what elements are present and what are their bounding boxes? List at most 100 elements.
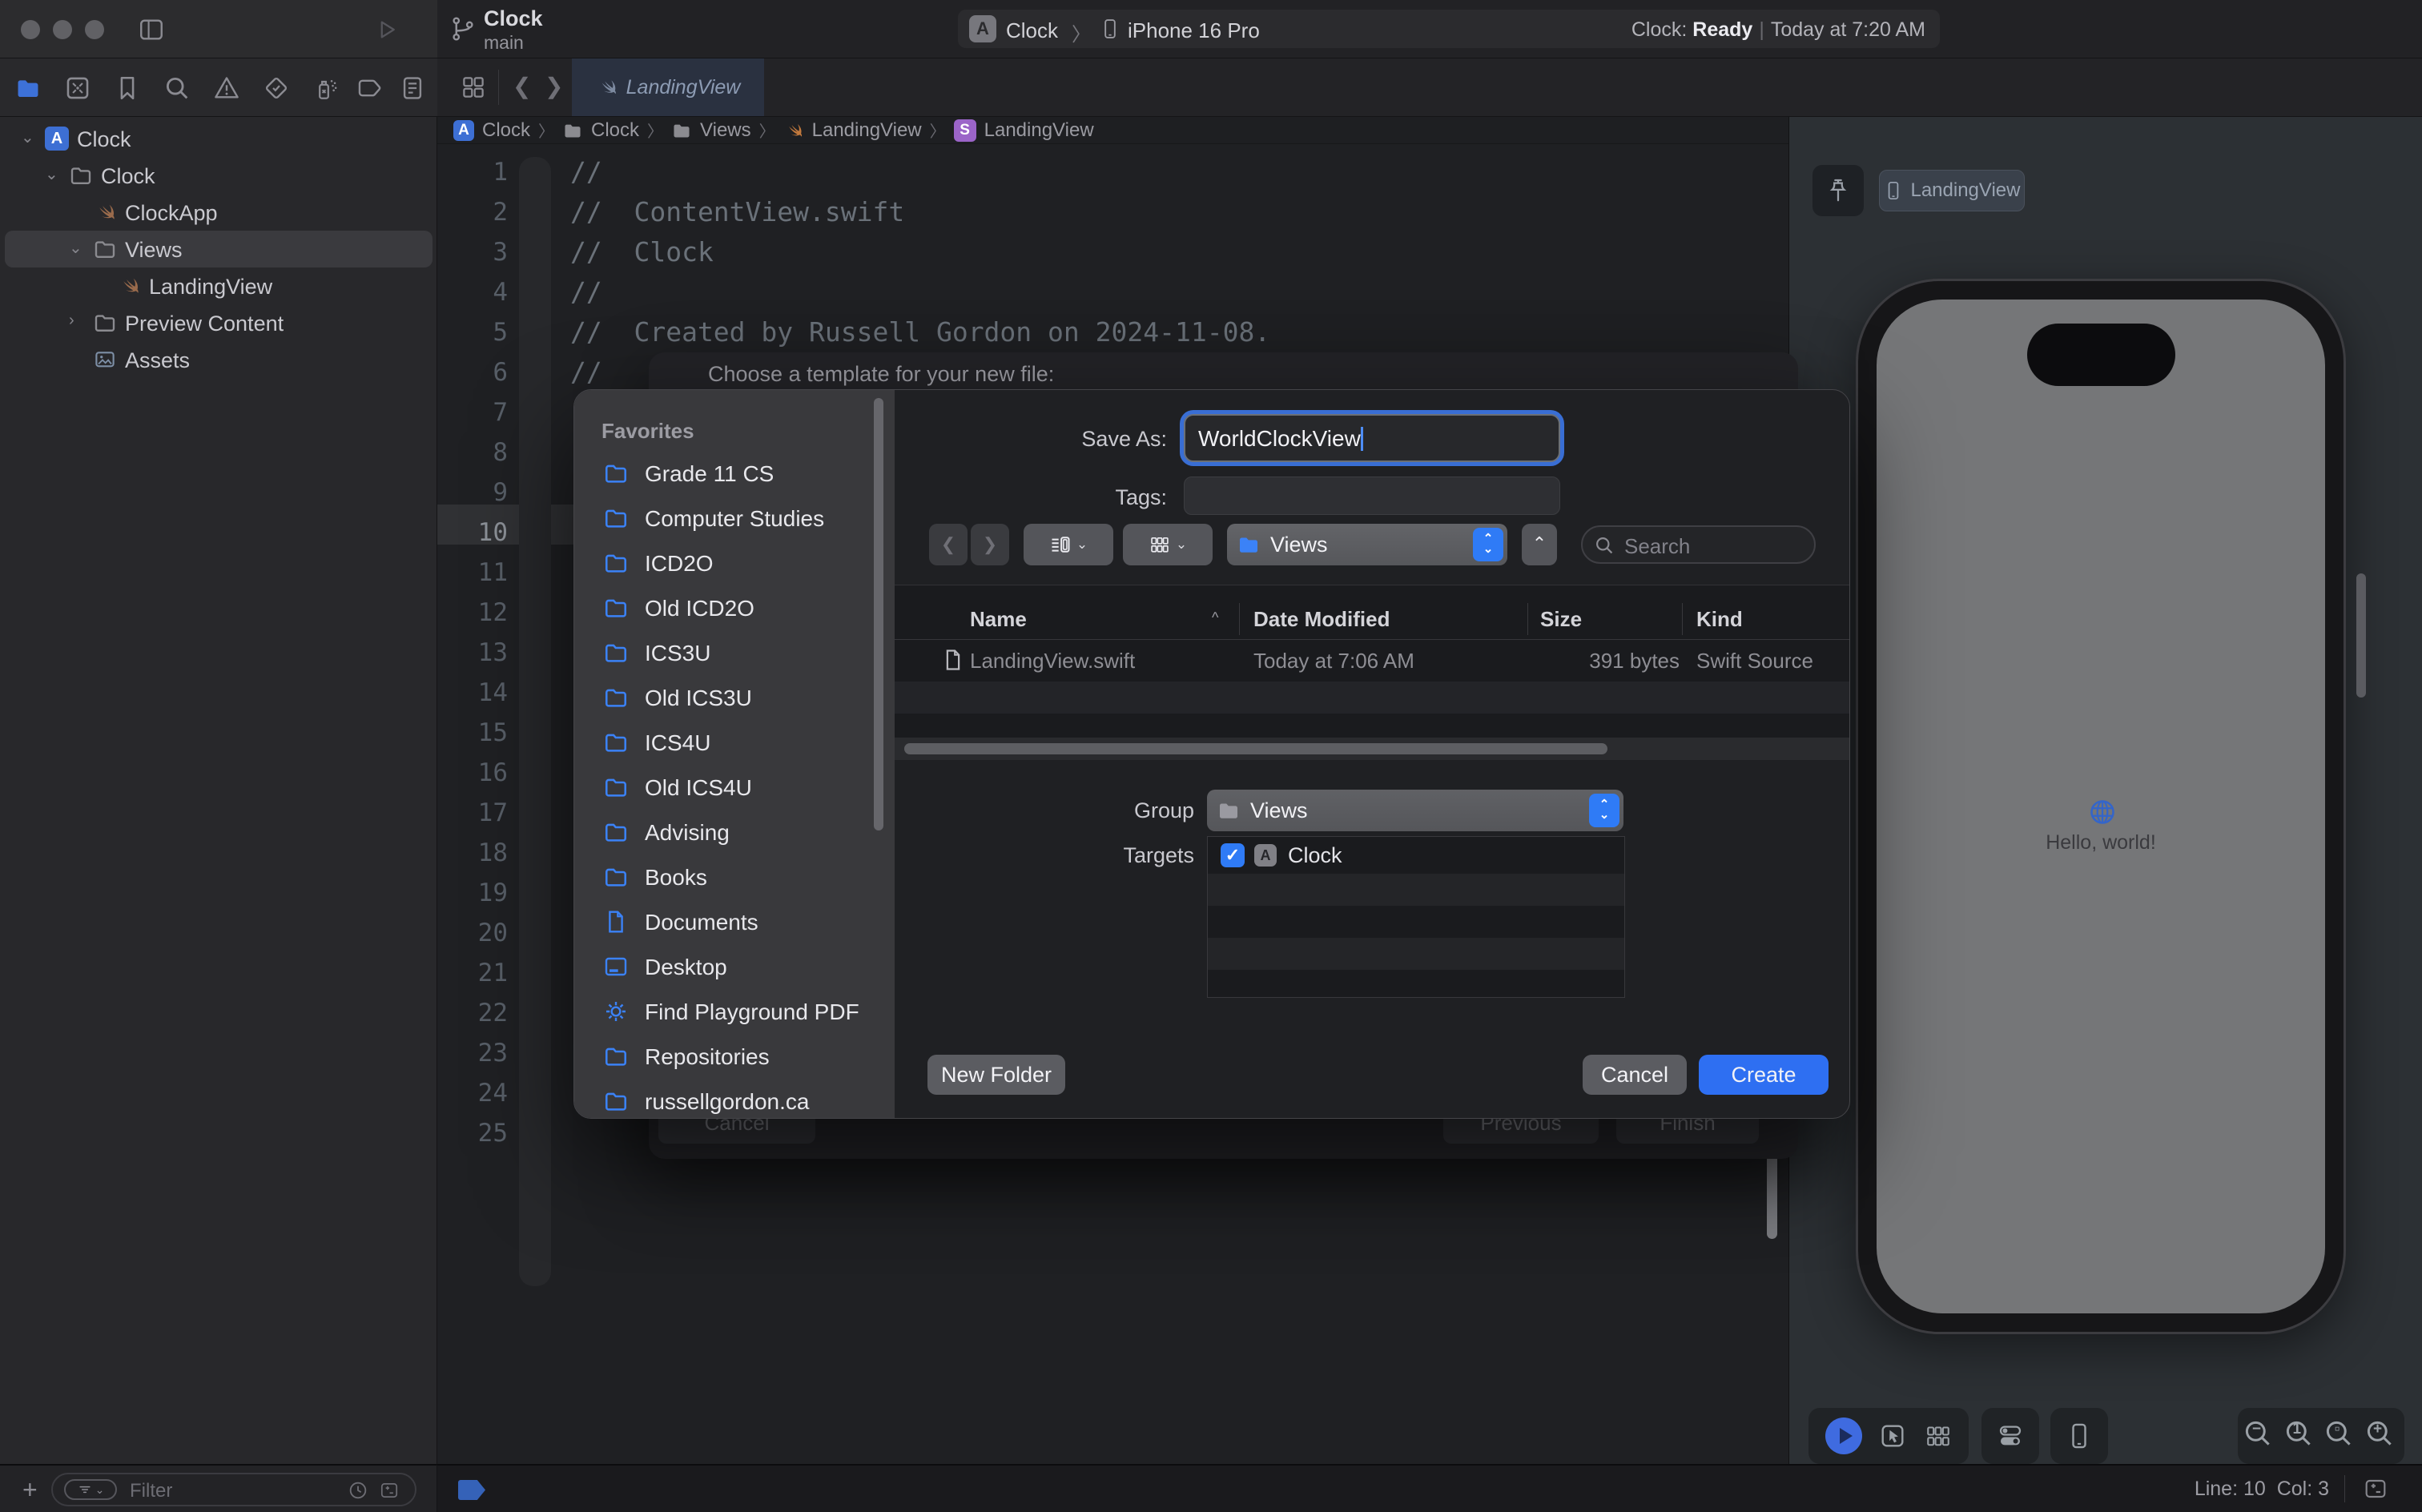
filename-input[interactable]: WorldClockView	[1184, 414, 1560, 462]
breadcrumb-item[interactable]: LandingView	[984, 119, 1094, 142]
source-control-filter-icon[interactable]	[378, 1480, 400, 1501]
filter-icon[interactable]: ⌄	[64, 1479, 117, 1500]
file-row[interactable]: LandingView.swift Today at 7:06 AM 391 b…	[895, 640, 1850, 682]
window-zoom-button[interactable]	[85, 20, 104, 39]
favorites-item[interactable]: Documents	[574, 903, 895, 943]
favorites-item[interactable]: Grade 11 CS	[574, 454, 895, 494]
location-dropdown[interactable]: Views ⌃⌄	[1227, 524, 1507, 565]
sidebar-item-clockapp[interactable]: ClockApp	[0, 194, 437, 231]
canvas-scrollbar[interactable]	[2356, 573, 2366, 698]
list-view-button[interactable]: ⌄	[1024, 524, 1113, 565]
favorites-item[interactable]: Old ICD2O	[574, 589, 895, 629]
sidebar-item-preview-content[interactable]: ›Preview Content	[0, 304, 437, 341]
reports-navigator-icon[interactable]	[399, 74, 426, 102]
pin-icon[interactable]	[1812, 165, 1864, 216]
favorites-item[interactable]: Old ICS4U	[574, 768, 895, 808]
activity-view[interactable]: A Clock 〉 iPhone 16 Pro Clock: Ready|Tod…	[958, 10, 1940, 48]
favorites-item[interactable]: Books	[574, 858, 895, 898]
add-file-button[interactable]: +	[22, 1475, 38, 1505]
disclosure-right-icon[interactable]: ›	[69, 312, 74, 330]
breadcrumb-item[interactable]: Clock	[591, 119, 639, 142]
code-line[interactable]: 3// Clock	[437, 232, 1788, 272]
cancel-button[interactable]: Cancel	[1583, 1055, 1687, 1095]
favorites-item[interactable]: Advising	[574, 813, 895, 853]
horizontal-scrollbar[interactable]	[895, 738, 1850, 760]
favorites-item[interactable]: russellgordon.ca	[574, 1082, 895, 1119]
favorites-item[interactable]: Old ICS3U	[574, 678, 895, 718]
run-destination[interactable]: iPhone 16 Pro	[1128, 18, 1260, 43]
debug-navigator-icon[interactable]	[312, 74, 340, 102]
back-button[interactable]: ❮	[513, 73, 531, 99]
tags-input[interactable]	[1184, 477, 1560, 515]
zoom-in-icon[interactable]: +	[2364, 1418, 2400, 1454]
group-dropdown[interactable]: Views ⌃⌄	[1207, 790, 1623, 831]
column-name[interactable]: Name	[970, 607, 1027, 632]
code-line[interactable]: 1//	[437, 152, 1788, 192]
breakpoints-navigator-icon[interactable]	[356, 74, 383, 102]
sidebar-item-clock[interactable]: ⌄AClock	[0, 120, 437, 157]
code-line[interactable]: 2// ContentView.swift	[437, 192, 1788, 232]
forward-button[interactable]: ❯	[545, 73, 563, 99]
iphone-screen[interactable]: Hello, world!	[1877, 300, 2325, 1313]
create-button[interactable]: Create	[1699, 1055, 1829, 1095]
breadcrumb-item[interactable]: LandingView	[812, 119, 922, 142]
favorites-item[interactable]: ICS3U	[574, 633, 895, 674]
bookmarks-navigator-icon[interactable]	[114, 74, 141, 102]
preview-tab-landingview[interactable]: LandingView	[1879, 170, 2025, 211]
editor-settings-icon[interactable]	[2361, 1476, 2390, 1502]
favorites-item[interactable]: Repositories	[574, 1037, 895, 1077]
window-minimize-button[interactable]	[53, 20, 72, 39]
zoom-out-icon[interactable]: −	[2243, 1418, 2278, 1454]
recent-files-icon[interactable]	[348, 1480, 368, 1501]
sidebar-toggle-icon[interactable]	[138, 16, 165, 43]
sidebar-item-clock[interactable]: ⌄Clock	[0, 157, 437, 194]
source-control-navigator-icon[interactable]	[64, 74, 91, 102]
variants-mode-icon[interactable]	[1924, 1422, 1953, 1450]
favorites-scrollbar[interactable]	[874, 398, 883, 830]
disclosure-down-icon[interactable]: ⌄	[45, 164, 58, 184]
search-input[interactable]: Search	[1581, 525, 1816, 564]
find-navigator-icon[interactable]	[163, 74, 191, 102]
code-line[interactable]: 5// Created by Russell Gordon on 2024-11…	[437, 312, 1788, 352]
sidebar-item-views[interactable]: ⌄Views	[5, 231, 432, 267]
column-size[interactable]: Size	[1540, 607, 1582, 632]
parent-folder-button[interactable]: ⌃	[1522, 524, 1557, 565]
favorites-item[interactable]: Desktop	[574, 947, 895, 987]
tests-navigator-icon[interactable]	[263, 74, 290, 102]
grid-view-button[interactable]: ⌄	[1123, 524, 1213, 565]
zoom-fit-icon[interactable]: ▫	[2323, 1418, 2359, 1454]
favorites-item[interactable]: Computer Studies	[574, 499, 895, 539]
checkbox-checked[interactable]: ✓	[1221, 843, 1245, 867]
sidebar-item-landingview[interactable]: LandingView	[0, 267, 437, 304]
disclosure-down-icon[interactable]: ⌄	[21, 127, 34, 147]
run-button-icon[interactable]	[375, 18, 399, 42]
scrollbar-thumb[interactable]	[904, 743, 1607, 754]
column-divider[interactable]	[1527, 603, 1528, 635]
issues-navigator-icon[interactable]	[213, 74, 240, 102]
back-button[interactable]: ❮	[929, 524, 968, 565]
column-date-modified[interactable]: Date Modified	[1253, 607, 1390, 632]
disclosure-down-icon[interactable]: ⌄	[69, 238, 82, 258]
code-line[interactable]: 4//	[437, 272, 1788, 312]
new-folder-button[interactable]: New Folder	[927, 1055, 1065, 1095]
tab-landingview[interactable]: LandingView	[572, 58, 764, 116]
window-close-button[interactable]	[21, 20, 40, 39]
favorites-item[interactable]: ICS4U	[574, 723, 895, 763]
scheme-name[interactable]: Clock	[1006, 18, 1058, 43]
sidebar-item-assets[interactable]: Assets	[0, 341, 437, 378]
column-divider[interactable]	[1682, 603, 1683, 635]
project-navigator-icon[interactable]	[14, 74, 42, 102]
filter-field[interactable]: ⌄ Filter	[51, 1473, 416, 1506]
live-preview-button[interactable]	[1825, 1418, 1862, 1454]
selectable-mode-icon[interactable]	[1878, 1422, 1907, 1450]
column-kind[interactable]: Kind	[1696, 607, 1743, 632]
breadcrumb-item[interactable]: Views	[700, 119, 751, 142]
favorites-item[interactable]: ICD2O	[574, 544, 895, 584]
column-divider[interactable]	[1239, 603, 1240, 635]
tab-overview-icon[interactable]	[460, 74, 487, 101]
target-row[interactable]: ✓ A Clock	[1208, 837, 1624, 874]
favorites-item[interactable]: Find Playground PDF	[574, 992, 895, 1032]
device-settings-icon[interactable]	[1996, 1422, 2025, 1450]
forward-button[interactable]: ❯	[971, 524, 1009, 565]
device-picker-icon[interactable]	[2065, 1422, 2094, 1450]
